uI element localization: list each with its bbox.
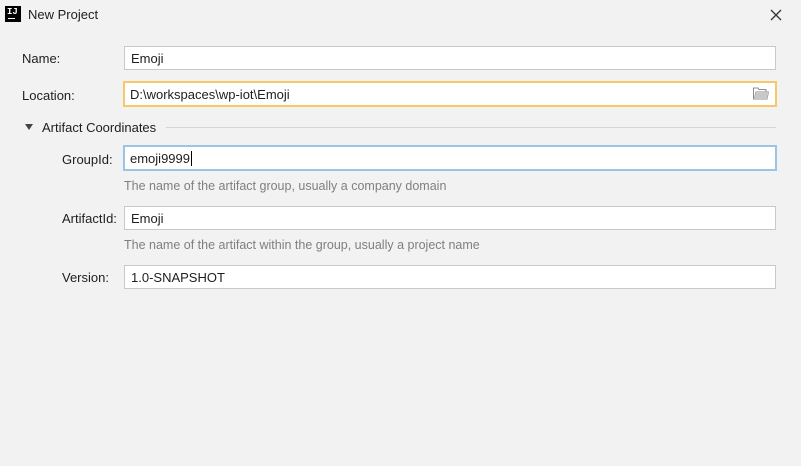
artifactid-field[interactable]: Emoji: [124, 206, 776, 230]
artifact-coordinates-toggle[interactable]: Artifact Coordinates: [22, 118, 156, 136]
section-divider: [166, 127, 776, 128]
close-icon: [770, 9, 782, 21]
location-label: Location:: [22, 88, 75, 103]
section-title: Artifact Coordinates: [42, 119, 157, 135]
logo-text: IJ: [7, 7, 18, 17]
intellij-logo-icon: IJ: [5, 6, 21, 22]
location-field[interactable]: D:\workspaces\wp-iot\Emoji: [123, 81, 777, 107]
groupid-field[interactable]: emoji9999: [123, 145, 777, 171]
text-caret: [191, 150, 192, 166]
name-field[interactable]: Emoji: [124, 46, 776, 70]
triangle-down-icon: [25, 124, 33, 130]
groupid-label: GroupId:: [62, 152, 113, 167]
groupid-value: emoji9999: [130, 150, 190, 166]
close-button[interactable]: [765, 4, 787, 26]
new-project-dialog: IJ New Project Name: Emoji Location: D:\…: [0, 0, 801, 466]
version-field[interactable]: 1.0-SNAPSHOT: [124, 265, 776, 289]
folder-icon[interactable]: [753, 87, 769, 100]
version-label: Version:: [62, 270, 109, 285]
name-value: Emoji: [131, 50, 164, 66]
location-value: D:\workspaces\wp-iot\Emoji: [130, 86, 290, 102]
name-label: Name:: [22, 51, 61, 66]
groupid-hint: The name of the artifact group, usually …: [124, 179, 447, 193]
artifactid-label: ArtifactId:: [62, 211, 117, 226]
title-bar: IJ New Project: [0, 0, 801, 30]
version-value: 1.0-SNAPSHOT: [131, 269, 225, 285]
artifactid-hint: The name of the artifact within the grou…: [124, 238, 480, 252]
window-title: New Project: [28, 7, 99, 22]
artifactid-value: Emoji: [131, 210, 164, 226]
